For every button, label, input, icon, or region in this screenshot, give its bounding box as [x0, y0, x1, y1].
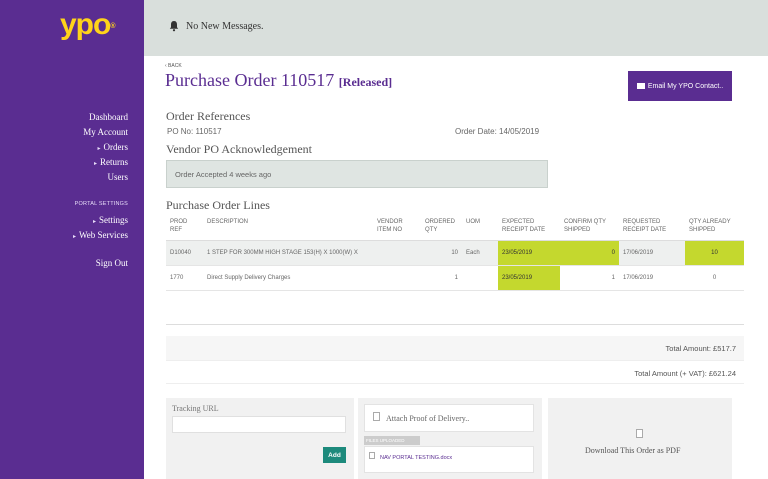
cell-prod-ref: D10040	[166, 240, 203, 266]
table-row: D10040 1 STEP FOR 300MM HIGH STAGE 153(H…	[166, 240, 744, 266]
cell-ordered-qty: 10	[421, 240, 462, 266]
order-lines-table: PROD REF DESCRIPTION VENDOR ITEM NO ORDE…	[166, 216, 744, 291]
attach-proof-label: Attach Proof of Delivery..	[386, 414, 470, 423]
col-description: DESCRIPTION	[203, 216, 373, 241]
table-row: 1770 Direct Supply Delivery Charges 1 23…	[166, 265, 744, 291]
download-pdf-label[interactable]: Download This Order as PDF	[585, 446, 680, 455]
col-qty-shipped: QTY ALREADY SHIPPED	[685, 216, 744, 241]
caret-right-icon: ▸	[93, 161, 97, 167]
cell-requested-receipt: 17/06/2019	[619, 240, 685, 266]
file-icon	[369, 452, 375, 459]
email-contact-button[interactable]: Email My YPO Contact..	[628, 71, 732, 101]
cell-uom	[462, 265, 498, 291]
cell-uom: Each	[462, 240, 498, 266]
col-prod-ref: PROD REF	[166, 216, 203, 241]
cell-expected-receipt: 23/05/2019	[498, 265, 560, 291]
sidebar: ypo® Dashboard My Account ▸ Orders ▸ Retur…	[0, 0, 144, 479]
cell-prod-ref: 1770	[166, 265, 203, 291]
add-tracking-button[interactable]: Add	[323, 447, 346, 463]
top-bar: No New Messages.	[144, 0, 768, 56]
cell-confirm-qty[interactable]: 0	[560, 240, 619, 266]
acknowledgement-heading: Vendor PO Acknowledgement	[166, 142, 312, 156]
total-row: Total Amount: £517.7	[166, 336, 744, 360]
cell-vendor-item-no	[373, 240, 421, 266]
cell-requested-receipt: 17/06/2019	[619, 265, 685, 291]
ypo-logo[interactable]: ypo®	[60, 8, 116, 42]
acknowledgement-message: Order Accepted 4 weeks ago	[175, 170, 272, 179]
col-uom: UOM	[462, 216, 498, 241]
order-date: Order Date: 14/05/2019	[455, 127, 540, 136]
col-vendor-item-no: VENDOR ITEM NO	[373, 216, 421, 241]
acknowledgement-box: Order Accepted 4 weeks ago	[166, 160, 548, 188]
total-vat-row: Total Amount (+ VAT): £621.24	[166, 360, 744, 384]
tracking-url-input[interactable]	[172, 416, 346, 433]
pdf-document-icon	[636, 429, 643, 438]
document-icon	[373, 412, 380, 421]
uploaded-file-link[interactable]: NAV PORTAL TESTING.docx	[380, 455, 452, 461]
page-title: Purchase Order 110517 [Released]	[165, 70, 393, 90]
sidebar-item-sign-out[interactable]: Sign Out	[96, 258, 128, 268]
sidebar-item-settings[interactable]: ▸ Settings	[93, 215, 128, 225]
order-lines-heading: Purchase Order Lines	[166, 198, 270, 212]
order-status: [Released]	[338, 75, 393, 89]
sidebar-item-dashboard[interactable]: Dashboard	[89, 112, 128, 122]
divider	[166, 324, 744, 325]
messages-status: No New Messages.	[186, 21, 264, 32]
sidebar-item-web-services[interactable]: ▸ Web Services	[73, 230, 128, 240]
total-amount: Total Amount: £517.7	[665, 344, 736, 353]
cell-qty-shipped: 0	[685, 265, 744, 291]
cell-ordered-qty: 1	[421, 265, 462, 291]
sidebar-item-orders[interactable]: ▸ Orders	[97, 142, 128, 152]
caret-right-icon: ▸	[72, 234, 76, 240]
col-expected-receipt: EXPECTED RECEIPT DATE	[498, 216, 560, 241]
download-panel[interactable]	[548, 398, 732, 479]
order-references-heading: Order References	[166, 109, 251, 123]
cell-description: 1 STEP FOR 300MM HIGH STAGE 153(H) X 100…	[203, 240, 373, 266]
back-link[interactable]: ‹ BACK	[165, 63, 182, 69]
po-number: PO No: 110517	[167, 127, 222, 136]
caret-right-icon: ▸	[97, 146, 101, 152]
cell-description: Direct Supply Delivery Charges	[203, 265, 373, 291]
tracking-url-label: Tracking URL	[172, 404, 219, 413]
cell-confirm-qty[interactable]: 1	[560, 265, 619, 291]
cell-expected-receipt: 23/05/2019	[498, 240, 560, 266]
table-header-row: PROD REF DESCRIPTION VENDOR ITEM NO ORDE…	[166, 216, 744, 241]
col-requested-receipt: REQUESTED RECEIPT DATE	[619, 216, 685, 241]
sidebar-item-returns[interactable]: ▸ Returns	[94, 157, 128, 167]
cell-vendor-item-no	[373, 265, 421, 291]
files-uploaded-label: FILES UPLOADED	[364, 436, 420, 445]
total-amount-vat: Total Amount (+ VAT): £621.24	[634, 369, 736, 378]
portal-settings-label: PORTAL SETTINGS	[74, 201, 128, 207]
col-confirm-qty: CONFIRM QTY SHIPPED	[560, 216, 619, 241]
bell-icon[interactable]	[168, 20, 180, 32]
envelope-icon	[636, 83, 645, 89]
caret-right-icon: ▸	[92, 219, 96, 225]
sidebar-item-my-account[interactable]: My Account	[83, 127, 128, 137]
col-ordered-qty: ORDERED QTY	[421, 216, 462, 241]
cell-qty-shipped: 10	[685, 240, 744, 266]
sidebar-item-users[interactable]: Users	[108, 172, 129, 182]
